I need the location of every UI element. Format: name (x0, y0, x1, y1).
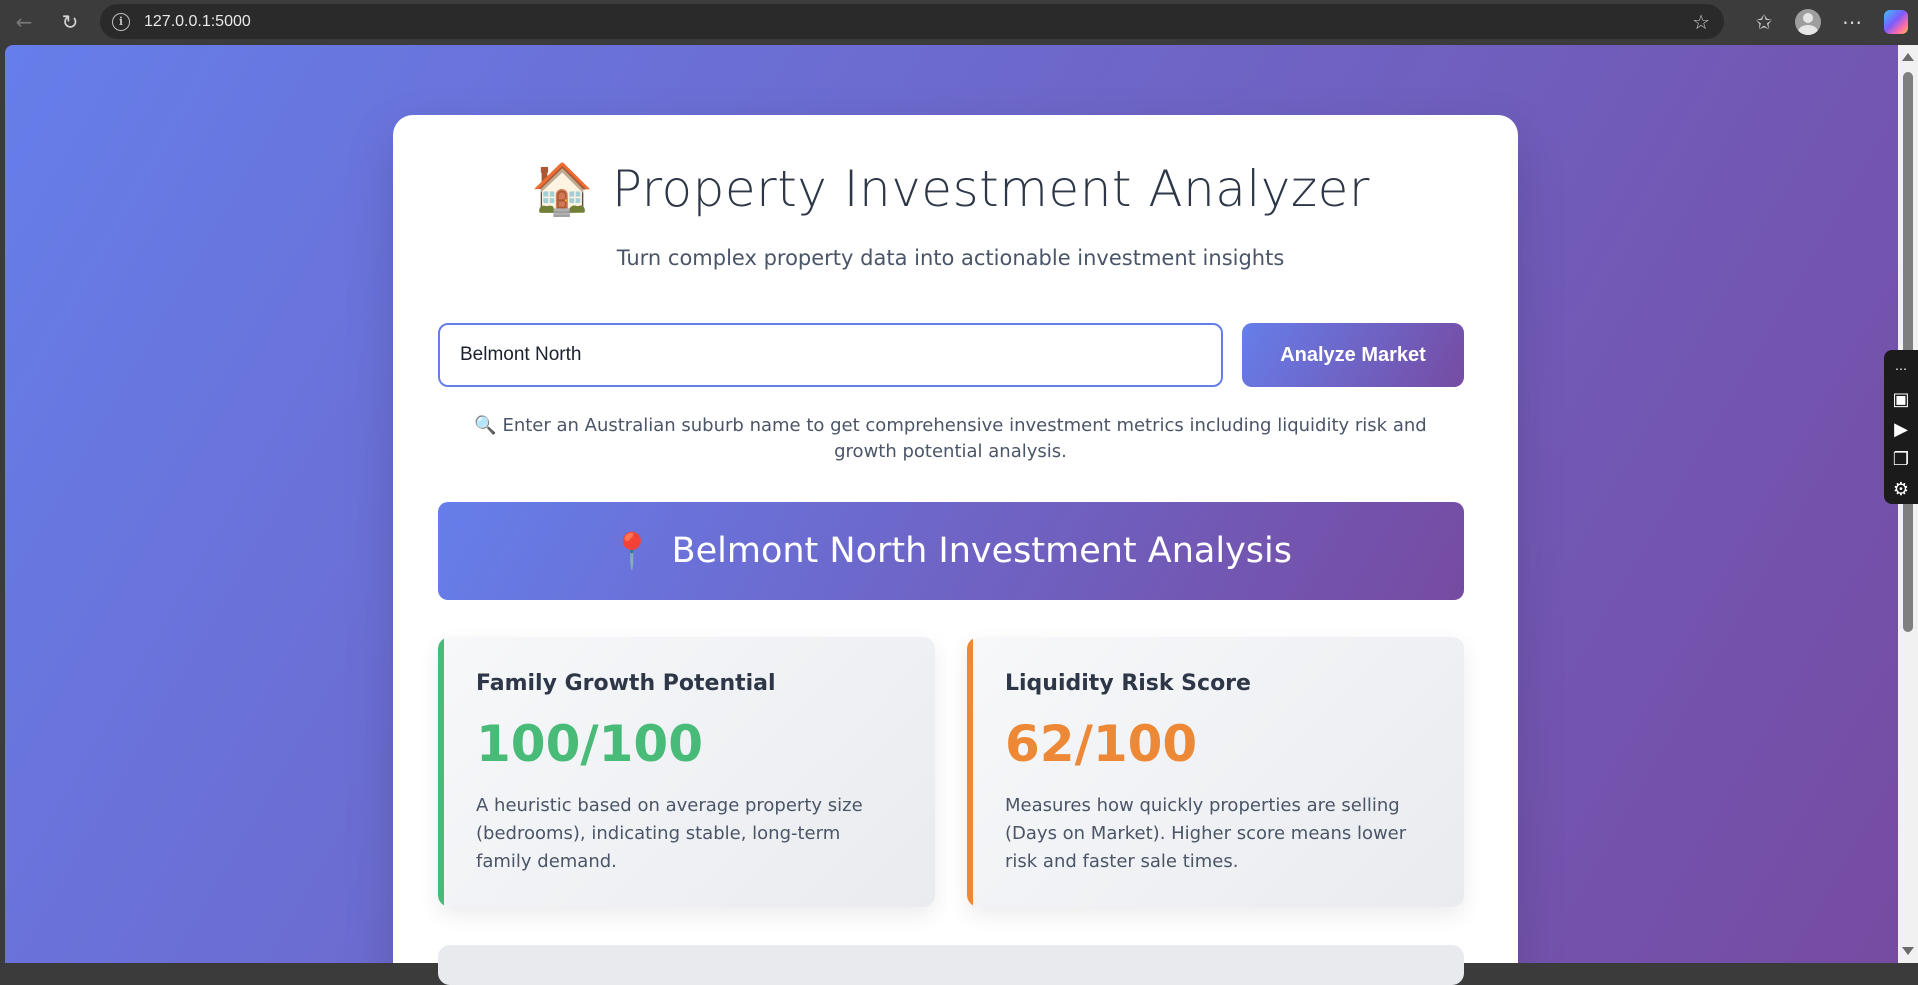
profile-button[interactable] (1786, 0, 1830, 44)
search-hint: 🔍 Enter an Australian suburb name to get… (458, 413, 1443, 465)
page-scrollbar[interactable] (1898, 45, 1918, 963)
metric-accent-bar (967, 637, 973, 907)
scroll-up-icon[interactable] (1902, 53, 1914, 61)
favorites-button[interactable]: ✩ (1742, 0, 1786, 44)
more-icon: ⋯ (1895, 362, 1907, 376)
next-section-card (438, 945, 1464, 985)
search-hint-text: Enter an Australian suburb name to get c… (502, 415, 1427, 462)
metric-card-family-growth: Family Growth Potential 100/100 A heuris… (438, 637, 935, 907)
window-icon: ❐ (1892, 448, 1910, 470)
more-icon: ⋯ (1842, 10, 1862, 34)
side-tools-more-button[interactable]: ⋯ (1887, 354, 1915, 384)
arrow-left-icon: ← (15, 10, 33, 34)
metric-description: Measures how quickly properties are sell… (1005, 795, 1407, 872)
house-icon: 🏠 (531, 160, 594, 218)
video-icon: ▶ (1894, 418, 1908, 440)
more-button[interactable]: ⋯ (1830, 0, 1874, 44)
analyze-market-button[interactable]: Analyze Market (1242, 323, 1464, 387)
suburb-search-input[interactable] (438, 323, 1223, 387)
metric-accent-bar (438, 637, 444, 907)
metric-title: Liquidity Risk Score (1005, 671, 1251, 696)
metric-value: 62/100 (1005, 715, 1198, 773)
side-tools-panel: ⋯ ▣ ▶ ❐ ⚙ (1884, 350, 1918, 504)
back-button[interactable]: ← (10, 8, 38, 36)
address-bar[interactable]: i 127.0.0.1:5000 ☆ (100, 4, 1724, 39)
copilot-icon (1884, 10, 1908, 34)
scroll-down-icon[interactable] (1902, 947, 1914, 955)
browser-toolbar: ← ↻ i 127.0.0.1:5000 ☆ ✩ ⋯ (0, 0, 1918, 44)
camera-icon: ▣ (1892, 388, 1910, 410)
page-title: 🏠 Property Investment Analyzer (388, 160, 1513, 219)
star-icon[interactable]: ☆ (1692, 10, 1710, 34)
profile-icon (1795, 9, 1821, 35)
metric-description: A heuristic based on average property si… (476, 795, 863, 872)
magnifier-icon: 🔍 (474, 415, 497, 436)
page-title-text: Property Investment Analyzer (611, 160, 1370, 218)
reload-icon: ↻ (61, 10, 79, 34)
address-url[interactable]: 127.0.0.1:5000 (144, 13, 251, 31)
toolbar-right: ✩ ⋯ (1742, 0, 1918, 44)
metric-value: 100/100 (476, 715, 704, 773)
favorites-icon: ✩ (1755, 10, 1773, 34)
page-subtitle: Turn complex property data into actionab… (616, 246, 1285, 270)
screenshot-button[interactable]: ▣ (1887, 384, 1915, 414)
window-button[interactable]: ❐ (1887, 444, 1915, 474)
record-button[interactable]: ▶ (1887, 414, 1915, 444)
result-banner: 📍 Belmont North Investment Analysis (438, 502, 1464, 600)
copilot-button[interactable] (1874, 0, 1918, 44)
reload-button[interactable]: ↻ (56, 8, 84, 36)
pin-icon: 📍 (610, 531, 654, 572)
gear-icon: ⚙ (1892, 478, 1910, 500)
result-heading: Belmont North Investment Analysis (671, 531, 1292, 571)
metric-title: Family Growth Potential (476, 671, 776, 696)
info-icon[interactable]: i (112, 12, 130, 31)
metric-card-liquidity-risk: Liquidity Risk Score 62/100 Measures how… (967, 637, 1464, 907)
settings-button[interactable]: ⚙ (1887, 474, 1915, 504)
